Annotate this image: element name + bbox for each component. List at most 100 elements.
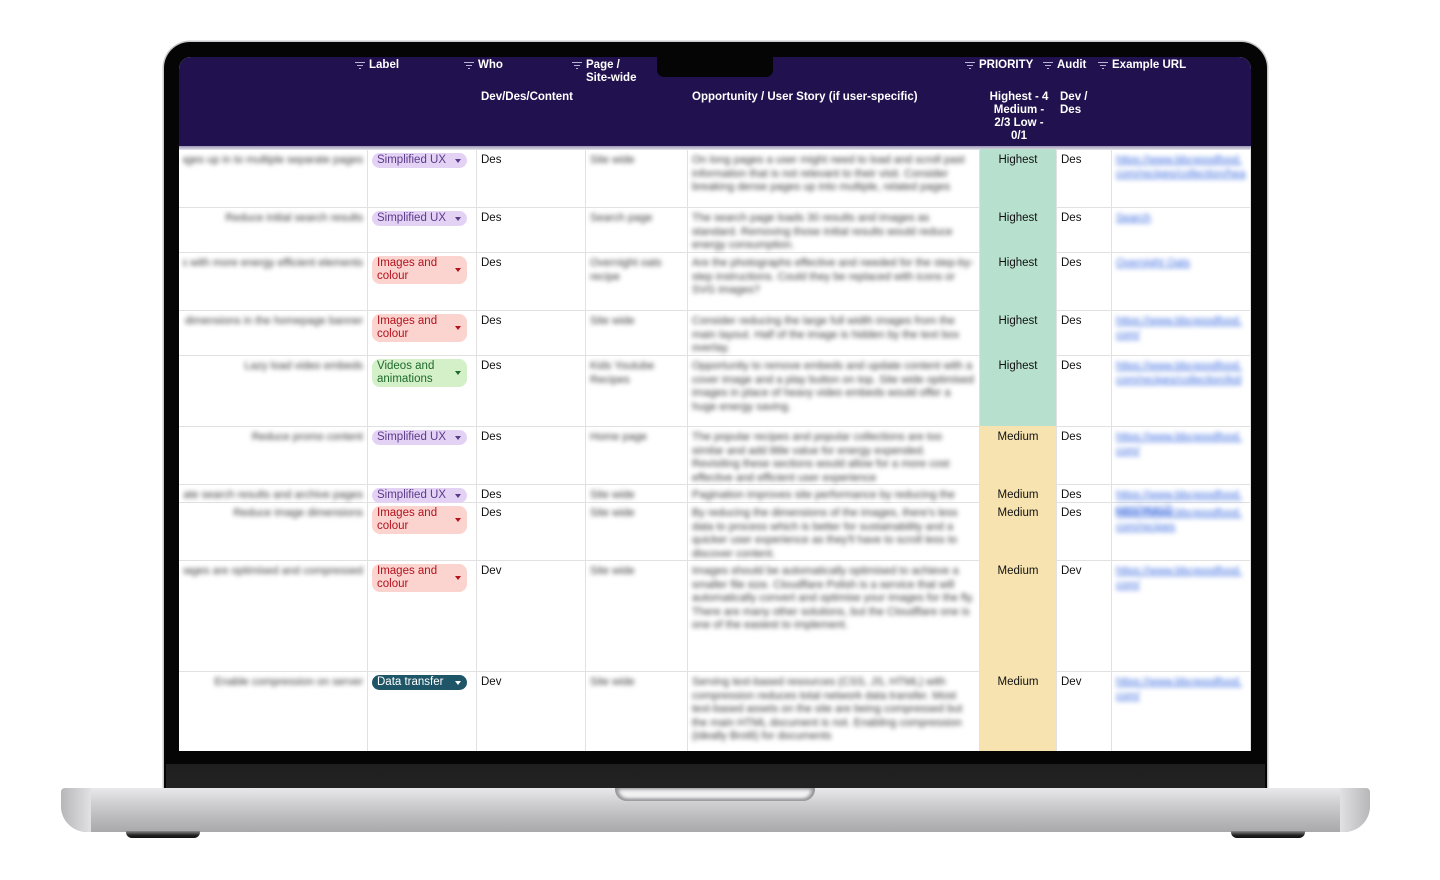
cell-who[interactable]: Des xyxy=(477,207,586,252)
table-row[interactable]: Reduce promo content Simplified UX Des Home… xyxy=(179,426,1251,485)
cell-label[interactable]: Data transfer xyxy=(368,671,477,751)
cell-who[interactable]: Des xyxy=(477,426,586,484)
table-row[interactable]: Paginate search results and archive page… xyxy=(179,484,1251,515)
cell-opportunity[interactable]: Are the photographs effective and needed… xyxy=(688,252,980,310)
example-url-link[interactable]: https://www.bbcgoodfood.com/ xyxy=(1116,315,1246,342)
filter-icon[interactable] xyxy=(964,61,975,70)
cell-label[interactable]: Images and colour xyxy=(368,560,477,671)
cell-opportunity[interactable]: By reducing the dimensions of the images… xyxy=(688,502,980,560)
cell-page[interactable]: Site wide xyxy=(586,149,688,207)
cell-title[interactable]: Replace images with more energy efficien… xyxy=(179,252,368,310)
table-row[interactable]: Reduce initial search results Simplified … xyxy=(179,207,1251,253)
cell-audit[interactable]: Dev xyxy=(1057,560,1112,671)
cell-page[interactable]: Search page xyxy=(586,207,688,252)
cell-page[interactable]: Site wide xyxy=(586,671,688,751)
cell-priority[interactable]: Highest xyxy=(980,252,1057,310)
cell-title[interactable]: Reduce image dimensions in the homepage … xyxy=(179,310,368,355)
cell-audit[interactable]: Dev xyxy=(1057,671,1112,751)
cell-title[interactable]: Reduce promo content xyxy=(179,426,368,484)
cell-opportunity[interactable]: Pagination improves site performance by … xyxy=(688,484,980,502)
cell-title[interactable]: Reduce initial search results xyxy=(179,207,368,252)
cell-audit[interactable]: Des xyxy=(1057,502,1112,560)
cell-priority[interactable]: Medium xyxy=(980,502,1057,560)
filter-icon[interactable] xyxy=(463,61,474,70)
cell-priority[interactable]: Highest xyxy=(980,310,1057,355)
table-row[interactable]: Lazy load video embeds Videos and animati… xyxy=(179,355,1251,427)
label-chip[interactable]: Simplified UX xyxy=(372,211,467,226)
cell-label[interactable]: Images and colour xyxy=(368,502,477,560)
example-url-link[interactable]: https://www.bbcgoodfood.com/ xyxy=(1116,565,1246,592)
cell-url[interactable]: https://www.bbcgoodfood.com/search xyxy=(1112,484,1251,515)
header-audit[interactable]: Audit Dev / Des xyxy=(1042,57,1102,146)
cell-page[interactable]: Site wide xyxy=(586,484,688,502)
cell-title[interactable]: Enable compression on server xyxy=(179,671,368,751)
cell-priority[interactable]: Highest xyxy=(980,149,1057,207)
cell-who[interactable]: Des xyxy=(477,252,586,310)
cell-priority[interactable]: Medium xyxy=(980,484,1057,502)
filter-icon[interactable] xyxy=(571,61,582,70)
table-row[interactable]: Enable compression on server Data transfe… xyxy=(179,671,1251,751)
filter-icon[interactable] xyxy=(1042,61,1053,70)
cell-url[interactable]: https://www.bbcgoodfood.com/ xyxy=(1112,671,1251,751)
table-row[interactable]: Reduce image dimensions Images and colour… xyxy=(179,502,1251,561)
header-who[interactable]: Who Dev/Des/Content xyxy=(463,57,583,146)
table-row[interactable]: Reduce image dimensions in the homepage … xyxy=(179,310,1251,356)
cell-url[interactable]: https://www.bbcgoodfood.com/recipes/coll… xyxy=(1112,355,1251,426)
cell-who[interactable]: Des xyxy=(477,484,586,502)
cell-url[interactable]: https://www.bbcgoodfood.com/ xyxy=(1112,560,1251,671)
example-url-link[interactable]: https://www.bbcgoodfood.com/recipes/coll… xyxy=(1116,360,1246,387)
example-url-link[interactable]: https://www.bbcgoodfood.com/ xyxy=(1116,431,1246,458)
cell-priority[interactable]: Highest xyxy=(980,207,1057,252)
cell-title[interactable]: Images are optimised and compressed xyxy=(179,560,368,671)
cell-url[interactable]: https://www.bbcgoodfood.com/ xyxy=(1112,426,1251,484)
cell-audit[interactable]: Des xyxy=(1057,252,1112,310)
filter-icon[interactable] xyxy=(1097,61,1108,70)
cell-title[interactable]: Reduce image dimensions xyxy=(179,502,368,560)
cell-priority[interactable]: Medium xyxy=(980,671,1057,751)
cell-page[interactable]: Site wide xyxy=(586,560,688,671)
table-row[interactable]: Break long pages up in to multiple separ… xyxy=(179,149,1251,208)
cell-label[interactable]: Simplified UX xyxy=(368,484,477,503)
cell-url[interactable]: https://www.bbcgoodfood.com/ xyxy=(1112,310,1251,355)
cell-who[interactable]: Des xyxy=(477,310,586,355)
example-url-link[interactable]: https://www.bbcgoodfood.com/recipes xyxy=(1116,507,1246,534)
cell-who[interactable]: Des xyxy=(477,149,586,207)
example-url-link[interactable]: Overnight Oats xyxy=(1116,257,1246,271)
cell-page[interactable]: Overnight oats recipe xyxy=(586,252,688,310)
cell-opportunity[interactable]: The search page loads 30 results and ima… xyxy=(688,207,980,252)
cell-audit[interactable]: Des xyxy=(1057,484,1112,502)
cell-who[interactable]: Dev xyxy=(477,671,586,751)
header-label[interactable]: Label xyxy=(354,57,464,146)
cell-url[interactable]: Search xyxy=(1112,207,1251,252)
cell-page[interactable]: Site wide xyxy=(586,502,688,560)
header-example-url[interactable]: Example URL xyxy=(1097,57,1237,146)
cell-opportunity[interactable]: Images should be automatically optimised… xyxy=(688,560,980,671)
label-chip[interactable]: Images and colour xyxy=(372,564,467,592)
cell-label[interactable]: Videos and animations xyxy=(368,355,477,426)
example-url-link[interactable]: https://www.bbcgoodfood.com/ xyxy=(1116,676,1246,703)
cell-priority[interactable]: Highest xyxy=(980,355,1057,426)
cell-audit[interactable]: Des xyxy=(1057,355,1112,426)
label-chip[interactable]: Data transfer xyxy=(372,675,467,690)
cell-label[interactable]: Images and colour xyxy=(368,252,477,310)
table-row[interactable]: Replace images with more energy efficien… xyxy=(179,252,1251,311)
cell-audit[interactable]: Des xyxy=(1057,426,1112,484)
cell-who[interactable]: Des xyxy=(477,502,586,560)
cell-url[interactable]: https://www.bbcgoodfood.com/recipes xyxy=(1112,502,1251,560)
cell-page[interactable]: Home page xyxy=(586,426,688,484)
label-chip[interactable]: Simplified UX xyxy=(372,153,467,168)
cell-page[interactable]: Site wide xyxy=(586,310,688,355)
cell-opportunity[interactable]: On long pages a user might need to load … xyxy=(688,149,980,207)
example-url-link[interactable]: https://www.bbcgoodfood.com/recipes/coll… xyxy=(1116,154,1246,181)
cell-audit[interactable]: Des xyxy=(1057,207,1112,252)
filter-icon[interactable] xyxy=(354,61,365,70)
cell-audit[interactable]: Des xyxy=(1057,310,1112,355)
cell-label[interactable]: Simplified UX xyxy=(368,207,477,252)
cell-opportunity[interactable]: The popular recipes and popular collecti… xyxy=(688,426,980,484)
cell-title[interactable]: Paginate search results and archive page… xyxy=(179,484,368,502)
cell-priority[interactable]: Medium xyxy=(980,426,1057,484)
label-chip[interactable]: Simplified UX xyxy=(372,488,467,503)
cell-label[interactable]: Simplified UX xyxy=(368,149,477,207)
header-page[interactable]: Page / Site-wide xyxy=(571,57,661,146)
cell-priority[interactable]: Medium xyxy=(980,560,1057,671)
